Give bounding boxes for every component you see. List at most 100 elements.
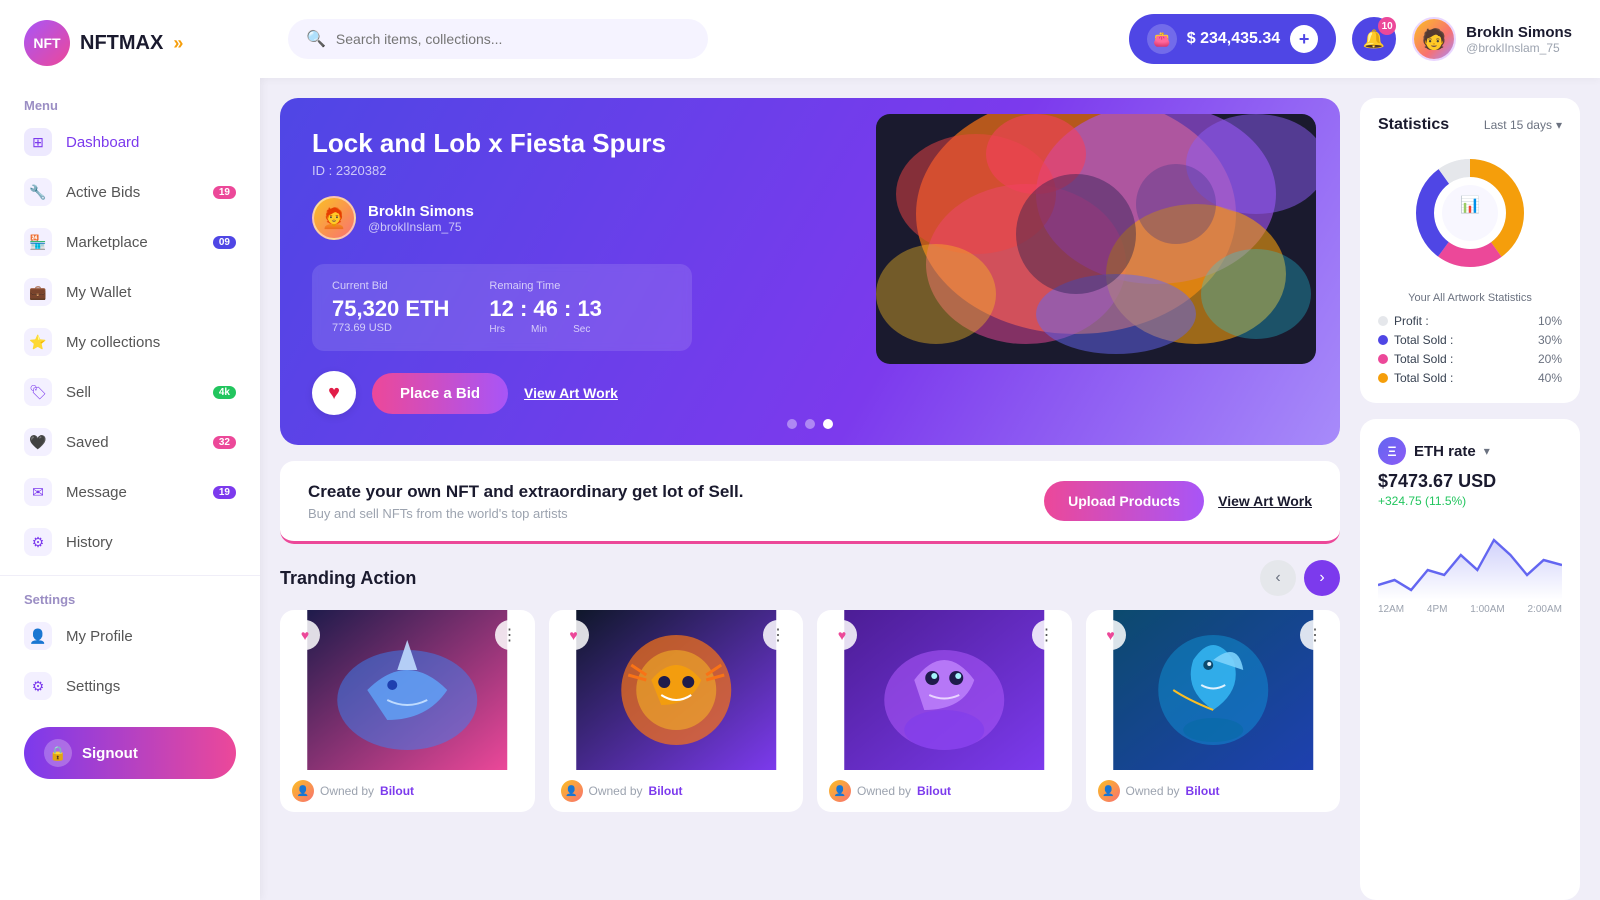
stats-filter[interactable]: Last 15 days ▾ <box>1484 118 1562 132</box>
owned-by-label: Owned by <box>320 784 374 798</box>
hero-dot-1[interactable] <box>787 419 797 429</box>
hero-dot-3[interactable] <box>823 419 833 429</box>
sidebar-item-my-wallet[interactable]: 💼 My Wallet <box>0 267 260 317</box>
nft-more-button[interactable]: ⋮ <box>1300 620 1330 650</box>
user-handle: @broklInslam_75 <box>1466 41 1572 55</box>
sidebar-item-marketplace[interactable]: 🏪 Marketplace 09 <box>0 217 260 267</box>
marketplace-icon: 🏪 <box>24 228 52 256</box>
nft-more-button[interactable]: ⋮ <box>495 620 525 650</box>
upload-actions: Upload Products View Art Work <box>1044 481 1312 521</box>
owner-name: Bilout <box>917 784 951 798</box>
legend-item: Profit : 10% <box>1378 314 1562 328</box>
owned-by-label: Owned by <box>589 784 643 798</box>
wallet-icon: 👛 <box>1147 24 1177 54</box>
owned-by-label: Owned by <box>857 784 911 798</box>
trending-section: Tranding Action ‹ › <box>280 560 1340 828</box>
sidebar-item-my-collections[interactable]: ⭐ My collections <box>0 317 260 367</box>
sidebar-item-label: My Profile <box>66 628 133 645</box>
sell-badge: 4k <box>213 386 236 399</box>
stats-title: Statistics <box>1378 116 1449 134</box>
active-bids-icon: 🔧 <box>24 178 52 206</box>
header: 🔍 👛 $ 234,435.34 + 🔔 10 🧑 BrokIn Simons … <box>260 0 1600 78</box>
user-details: BrokIn Simons @broklInslam_75 <box>1466 24 1572 55</box>
upload-sub-text: Buy and sell NFTs from the world's top a… <box>308 506 743 521</box>
sidebar-item-saved[interactable]: 🖤 Saved 32 <box>0 417 260 467</box>
notifications-button[interactable]: 🔔 10 <box>1352 17 1396 61</box>
signout-button[interactable]: 🔒 Signout <box>24 727 236 779</box>
sidebar-item-label: My Wallet <box>66 284 131 301</box>
trending-next-button[interactable]: › <box>1304 560 1340 596</box>
nft-heart-button[interactable]: ♥ <box>1096 620 1126 650</box>
search-bar[interactable]: 🔍 <box>288 19 708 59</box>
sidebar-item-label: Dashboard <box>66 134 139 151</box>
sidebar-divider <box>0 575 260 576</box>
view-artwork-link[interactable]: View Art Work <box>524 385 618 401</box>
nft-more-button[interactable]: ⋮ <box>763 620 793 650</box>
legend-value: 30% <box>1538 333 1562 347</box>
heart-button[interactable]: ♥ <box>312 371 356 415</box>
avatar: 🧑 <box>1412 17 1456 61</box>
content-area: Lock and Lob x Fiesta Spurs ID : 2320382… <box>260 78 1600 900</box>
active-bids-badge: 19 <box>213 186 236 199</box>
trending-title: Tranding Action <box>280 568 416 589</box>
eth-rate-card: Ξ ETH rate ▾ $7473.67 USD +324.75 (11.5%… <box>1360 419 1580 900</box>
wallet-add-button[interactable]: + <box>1290 25 1318 53</box>
view-art-link[interactable]: View Art Work <box>1218 493 1312 509</box>
search-input[interactable] <box>336 31 690 47</box>
nft-card: ♥ ⋮ 👤 Owned by Bilout <box>280 610 535 812</box>
nft-card: ♥ ⋮ 👤 Owned by Bilout <box>817 610 1072 812</box>
my-wallet-icon: 💼 <box>24 278 52 306</box>
menu-section-title: Menu <box>0 90 260 117</box>
hero-userhandle: @broklInslam_75 <box>368 220 474 234</box>
hero-user-info: BrokIn Simons @broklInslam_75 <box>368 203 474 234</box>
center-column: Lock and Lob x Fiesta Spurs ID : 2320382… <box>280 98 1340 900</box>
nft-image: ♥ ⋮ <box>817 610 1072 770</box>
upload-text: Create your own NFT and extraordinary ge… <box>308 482 743 521</box>
svg-text:📊: 📊 <box>1460 195 1480 214</box>
upload-products-button[interactable]: Upload Products <box>1044 481 1204 521</box>
nft-image: ♥ ⋮ <box>1086 610 1341 770</box>
hero-dots <box>787 419 833 429</box>
sidebar-item-active-bids[interactable]: 🔧 Active Bids 19 <box>0 167 260 217</box>
eth-logo: Ξ <box>1378 437 1406 465</box>
owner-avatar: 👤 <box>292 780 314 802</box>
sidebar-item-message[interactable]: ✉ Message 19 <box>0 467 260 517</box>
current-bid: Current Bid 75,320 ETH 773.69 USD <box>332 280 449 335</box>
hero-dot-2[interactable] <box>805 419 815 429</box>
place-bid-button[interactable]: Place a Bid <box>372 373 508 414</box>
legend-label: Total Sold : <box>1394 371 1453 385</box>
eth-chart <box>1378 520 1562 600</box>
x-label-1: 12AM <box>1378 604 1404 615</box>
logo-icon: NFT <box>24 20 70 66</box>
nft-heart-button[interactable]: ♥ <box>290 620 320 650</box>
x-label-4: 2:00AM <box>1528 604 1562 615</box>
nft-heart-button[interactable]: ♥ <box>827 620 857 650</box>
eth-label: ETH rate <box>1414 443 1476 460</box>
legend-item: Total Sold : 30% <box>1378 333 1562 347</box>
user-name: BrokIn Simons <box>1466 24 1572 41</box>
nft-info: 👤 Owned by Bilout <box>280 770 535 812</box>
nft-more-button[interactable]: ⋮ <box>1032 620 1062 650</box>
sidebar-item-label: My collections <box>66 334 160 351</box>
signout-label: Signout <box>82 745 138 762</box>
wallet-amount: $ 234,435.34 <box>1187 30 1280 48</box>
sidebar-item-my-profile[interactable]: 👤 My Profile <box>0 611 260 661</box>
nft-card: ♥ ⋮ 👤 Owned by Bilout <box>549 610 804 812</box>
sidebar-item-settings[interactable]: ⚙ Settings <box>0 661 260 711</box>
signout-icon: 🔒 <box>44 739 72 767</box>
sidebar-item-sell[interactable]: 🏷 Sell 4k <box>0 367 260 417</box>
trending-nav: ‹ › <box>1260 560 1340 596</box>
hero-banner: Lock and Lob x Fiesta Spurs ID : 2320382… <box>280 98 1340 445</box>
header-right: 👛 $ 234,435.34 + 🔔 10 🧑 BrokIn Simons @b… <box>1129 14 1572 64</box>
stats-header: Statistics Last 15 days ▾ <box>1378 116 1562 134</box>
saved-icon: 🖤 <box>24 428 52 456</box>
search-icon: 🔍 <box>306 29 326 49</box>
stats-filter-label: Last 15 days <box>1484 118 1552 132</box>
stats-legend: Profit : 10% Total Sold : 30% Total Sold… <box>1378 314 1562 385</box>
sidebar-item-label: Message <box>66 484 127 501</box>
sidebar-item-dashboard[interactable]: ⊞ Dashboard <box>0 117 260 167</box>
trending-prev-button[interactable]: ‹ <box>1260 560 1296 596</box>
nft-heart-button[interactable]: ♥ <box>559 620 589 650</box>
legend-dot-sold3 <box>1378 373 1388 383</box>
sidebar-item-history[interactable]: ⚙ History <box>0 517 260 567</box>
